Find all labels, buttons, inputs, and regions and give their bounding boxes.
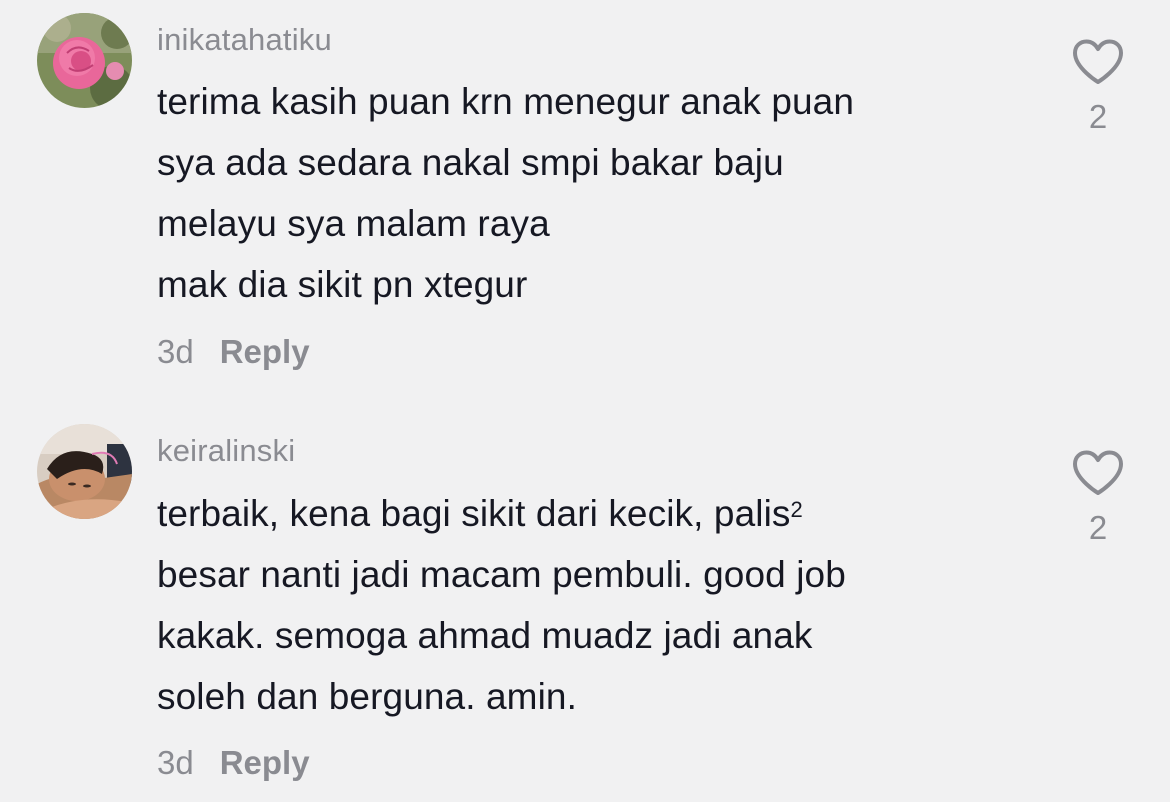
comment-meta: 3d Reply bbox=[157, 744, 310, 782]
comment-text-line: terbaik, kena bagi sikit dari kecik, pal… bbox=[157, 483, 1017, 544]
comment-text-line: sya ada sedara nakal smpi bakar baju bbox=[157, 142, 784, 183]
heart-outline-icon bbox=[1073, 39, 1123, 84]
comment-text: terbaik, kena bagi sikit dari kecik, pal… bbox=[157, 483, 1017, 727]
reply-button[interactable]: Reply bbox=[220, 333, 310, 371]
like-button[interactable]: 2 bbox=[1070, 449, 1126, 547]
comment-text-line: melayu sya malam raya bbox=[157, 203, 550, 244]
comment-text-line: mak dia sikit pn xtegur bbox=[157, 264, 528, 305]
comment-text-line-1: terbaik, kena bagi sikit dari kecik, pal… bbox=[157, 493, 791, 534]
user-avatar[interactable] bbox=[37, 13, 132, 108]
comment-username[interactable]: keiralinski bbox=[157, 433, 295, 469]
comment-text-line: besar nanti jadi macam pembuli. good job bbox=[157, 554, 846, 595]
comment-text-line: soleh dan berguna. amin. bbox=[157, 676, 577, 717]
comment-meta: 3d Reply bbox=[157, 333, 310, 371]
rose-photo-avatar-icon bbox=[37, 13, 132, 108]
like-button[interactable]: 2 bbox=[1070, 38, 1126, 136]
user-avatar[interactable] bbox=[37, 424, 132, 519]
heart-outline-icon bbox=[1073, 450, 1123, 495]
reply-button[interactable]: Reply bbox=[220, 744, 310, 782]
comment-timestamp: 3d bbox=[157, 333, 194, 370]
comment-timestamp: 3d bbox=[157, 744, 194, 781]
like-count: 2 bbox=[1088, 98, 1108, 135]
comment-text-line: kakak. semoga ahmad muadz jadi anak bbox=[157, 615, 813, 656]
like-count: 2 bbox=[1088, 509, 1108, 546]
person-photo-avatar-icon bbox=[37, 424, 132, 519]
comment-username[interactable]: inikatahatiku bbox=[157, 22, 332, 58]
superscript: 2 bbox=[790, 497, 803, 522]
comment-text: terima kasih puan krn menegur anak puan … bbox=[157, 71, 1017, 315]
comments-list: inikatahatiku terima kasih puan krn mene… bbox=[0, 0, 1170, 802]
comment-text-line: terima kasih puan krn menegur anak puan bbox=[157, 81, 855, 122]
